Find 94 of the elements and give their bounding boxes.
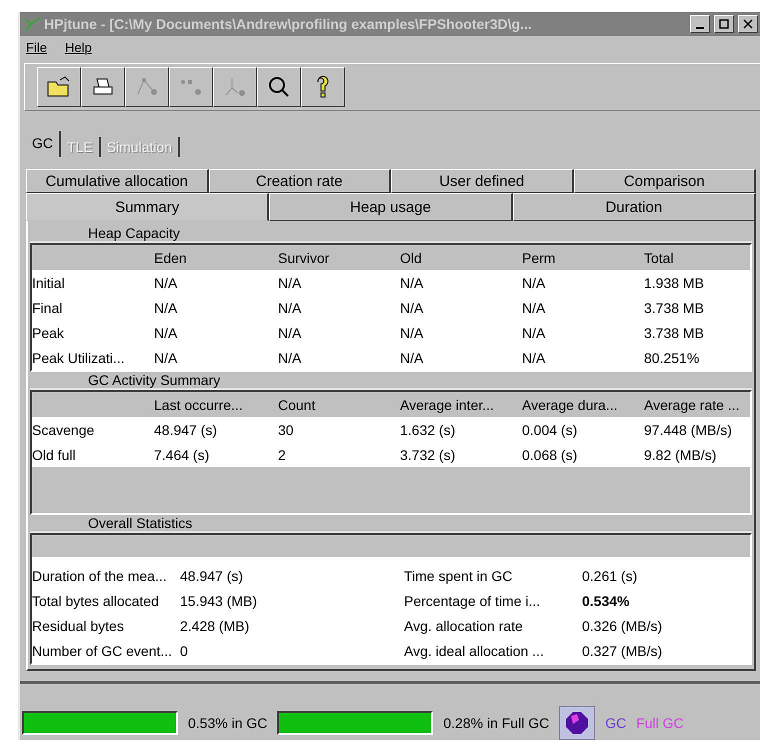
table-cell-text: 0.534% [582, 592, 630, 608]
table-cell-text: 15.943 (MB) [180, 592, 258, 608]
table-cell-text: 80.251% [644, 350, 700, 366]
table-cell-text: Peak [32, 324, 65, 340]
column-header: Total [644, 250, 675, 266]
search-icon [267, 75, 291, 99]
table-cell-text: N/A [522, 274, 546, 290]
table-cell-text: N/A [400, 274, 424, 290]
table-cell-text: Initial [32, 274, 66, 290]
table-cell-text: Scavenge [32, 422, 96, 438]
table-cell-text: Old full [32, 446, 77, 462]
table-cell-text: N/A [522, 350, 546, 366]
table-cell-text: Residual bytes [32, 618, 125, 634]
legend-label: GC [605, 715, 626, 731]
table-cell-text: N/A [522, 300, 546, 316]
table-cell-text: N/A [278, 350, 302, 366]
column-header: Last occurre... [154, 396, 244, 412]
column-header: Average rate ... [644, 396, 740, 412]
table-cell-text: Percentage of time i... [404, 592, 542, 608]
table-cell-text: 30 [278, 422, 295, 438]
table-cell-text: N/A [154, 350, 178, 366]
close-button[interactable] [738, 15, 758, 33]
column-header: Average inter... [400, 396, 495, 412]
table-cell-text: 1.632 (s) [400, 422, 456, 438]
table-cell-text: N/A [400, 300, 424, 316]
table-cell-text: 3.732 (s) [400, 446, 456, 462]
section-title: Overall Statistics [30, 515, 752, 533]
window-title: HPjtune - [C:\My Documents\Andrew\profiling examples\FPShooter3D\g... [44, 16, 533, 32]
tab[interactable]: Creation rate [208, 169, 391, 193]
table-cell-text: Time spent in GC [404, 568, 514, 584]
app-icon [24, 17, 40, 31]
gc-percentage: 0.53% in GC [188, 715, 268, 731]
table-cell-text: N/A [278, 274, 302, 290]
tab[interactable]: Summary [26, 193, 270, 221]
toolbar-button[interactable] [81, 67, 125, 107]
column-header: Survivor [278, 250, 330, 266]
table-cell-text: 3.738 MB [644, 324, 705, 340]
column-header: Count [278, 396, 316, 412]
table-cell-text: 7.464 (s) [154, 446, 210, 462]
table-cell-text: 3.738 MB [644, 300, 705, 316]
table-cell-text: N/A [522, 324, 546, 340]
maximize-button[interactable] [714, 15, 734, 33]
table-cell-text: 0.261 (s) [582, 568, 638, 584]
section-title: Heap Capacity [30, 225, 752, 243]
column-header: Perm [522, 250, 556, 266]
table-cell-text: 97.448 (MB/s) [644, 422, 733, 438]
table-cell-text: 0.004 (s) [522, 422, 578, 438]
menu-item[interactable]: File [26, 40, 47, 55]
table-cell-text: 0.326 (MB/s) [582, 618, 664, 634]
table-cell-text: N/A [400, 350, 424, 366]
table-cell-text: 1.938 MB [644, 274, 705, 290]
tab[interactable]: User defined [391, 169, 574, 193]
column-header: Eden [154, 250, 188, 266]
table-cell-text: N/A [400, 324, 424, 340]
table-cell-text: 2 [278, 446, 287, 462]
folder-icon [46, 76, 72, 98]
table-cell-text: 0 [180, 642, 189, 658]
table-cell-text: Final [32, 300, 64, 316]
table-cell-text: N/A [154, 300, 178, 316]
legend-label: Full GC [636, 715, 684, 731]
toolbar-button[interactable] [37, 67, 81, 107]
tab[interactable]: Duration [512, 193, 756, 221]
octagon-icon [565, 711, 590, 735]
toolbar-button[interactable] [301, 67, 345, 107]
close-icon [743, 19, 753, 29]
table-cell-text: 2.428 (MB) [180, 618, 250, 634]
table-cell-text: Avg. ideal allocation ... [404, 642, 545, 658]
table-cell-text: 48.947 (s) [154, 422, 218, 438]
table-cell-text: 0.068 (s) [522, 446, 578, 462]
table-cell-text: 48.947 (s) [180, 568, 244, 584]
gc-percentage: 0.28% in Full GC [443, 715, 550, 731]
tab[interactable]: Heap usage [269, 193, 513, 221]
menu-item[interactable]: Help [64, 40, 92, 55]
table-cell-text: N/A [154, 274, 178, 290]
column-header: Average dura... [522, 396, 618, 412]
minimize-icon [696, 27, 704, 29]
section-title: GC Activity Summary [30, 372, 752, 390]
table-cell-text: 0.327 (MB/s) [582, 642, 664, 658]
maximize-icon [719, 19, 729, 29]
tab[interactable]: Cumulative allocation [26, 169, 208, 193]
table-cell-text: N/A [154, 324, 178, 340]
table-cell-text: 9.82 (MB/s) [644, 446, 718, 462]
table-cell-text: Duration of the mea... [32, 568, 168, 584]
table-cell-text: Number of GC event... [32, 642, 174, 658]
table-cell-text: Peak Utilizati... [32, 350, 126, 366]
tab[interactable]: Comparison [574, 169, 756, 193]
column-header: Old [400, 250, 423, 266]
toolbar-button[interactable] [257, 67, 301, 107]
table-cell-text: Avg. allocation rate [404, 618, 524, 634]
table-cell-text: N/A [278, 300, 302, 316]
minimize-button[interactable] [690, 15, 710, 33]
table-cell-text: N/A [278, 324, 302, 340]
table-cell-text: Total bytes allocated [32, 592, 160, 608]
legend-button[interactable] [559, 706, 596, 740]
